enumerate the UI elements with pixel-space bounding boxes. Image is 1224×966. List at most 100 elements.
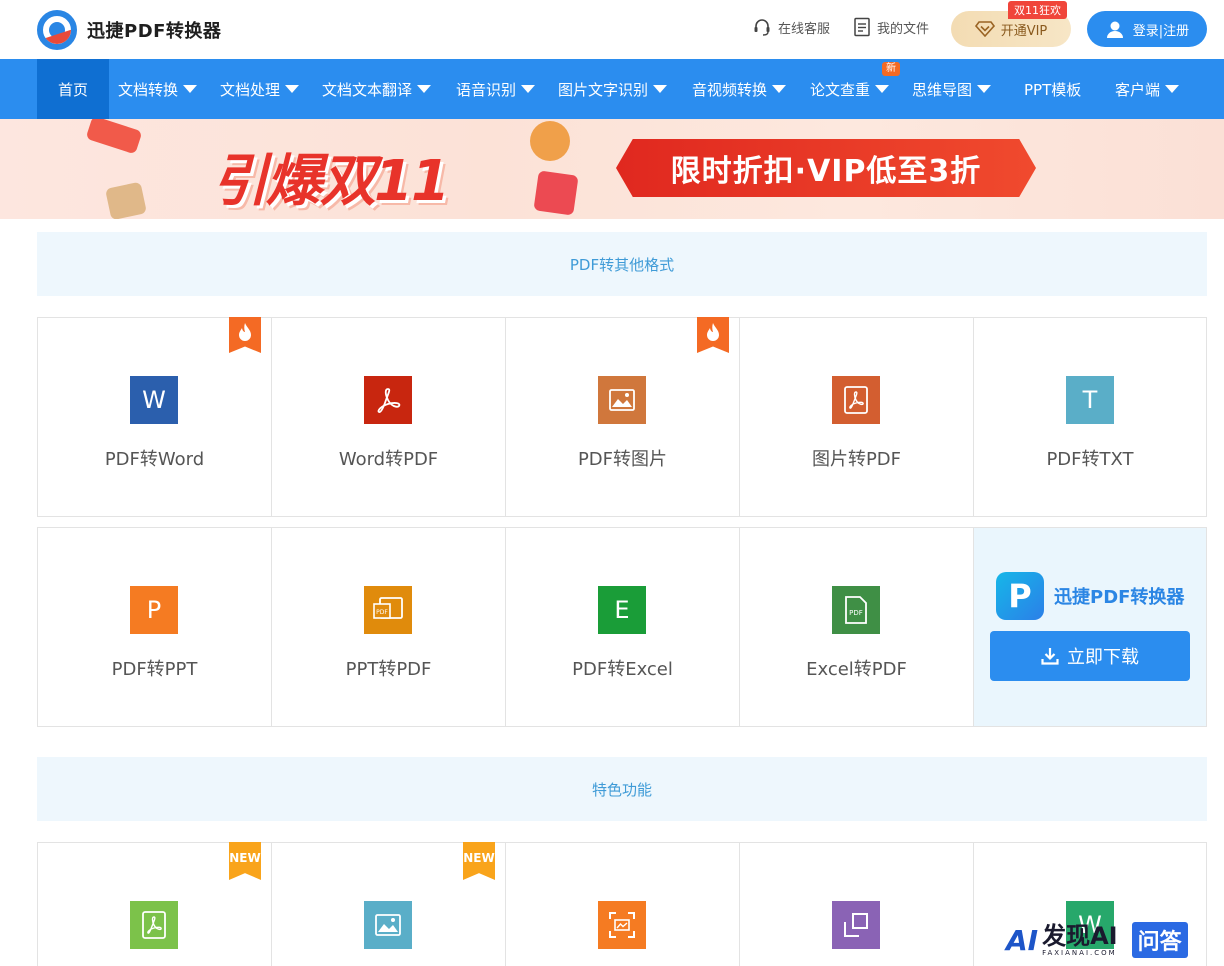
promo-brand: P 迅捷PDF转换器 bbox=[996, 572, 1184, 620]
nav-av-convert[interactable]: 音视频转换 bbox=[692, 59, 787, 119]
download-now-label: 立即下载 bbox=[1067, 647, 1139, 668]
double11-tag: 双11狂欢 bbox=[1008, 1, 1067, 19]
faxianai-watermark: AI 发现AI FAXIANAI.COM 问答 bbox=[1006, 920, 1212, 960]
feature-tool-2[interactable]: NEW bbox=[271, 842, 505, 966]
download-now-button[interactable]: 立即下载 bbox=[990, 631, 1190, 681]
my-files-label: 我的文件 bbox=[877, 21, 930, 37]
tool-pdf-to-image[interactable]: PDF转图片 bbox=[505, 317, 739, 517]
top-header: 迅捷PDF转换器 在线客服 我的文件 开通VIP 双11狂欢 登录|注册 bbox=[0, 0, 1224, 59]
coin-decoration bbox=[530, 121, 570, 161]
caret-down-icon bbox=[183, 85, 198, 93]
login-register-button[interactable]: 登录|注册 bbox=[1087, 11, 1207, 47]
caret-down-icon bbox=[977, 85, 992, 93]
tool-label: PDF转Excel bbox=[572, 659, 673, 680]
tool-excel-to-pdf[interactable]: PDF Excel转PDF bbox=[739, 527, 973, 727]
user-icon bbox=[1105, 19, 1125, 39]
headset-icon bbox=[752, 17, 772, 37]
nav-client[interactable]: 客户端 bbox=[1115, 59, 1180, 119]
online-service-label: 在线客服 bbox=[778, 21, 831, 37]
tool-word-to-pdf[interactable]: Word转PDF bbox=[271, 317, 505, 517]
tool-label: PDF转图片 bbox=[577, 449, 668, 470]
feature-tool-1[interactable]: NEW bbox=[37, 842, 271, 966]
new-tag: NEW bbox=[463, 842, 495, 880]
nav-doc-convert[interactable]: 文档转换 bbox=[118, 59, 198, 119]
banner-ribbon: 限时折扣·VIP低至3折 bbox=[616, 139, 1036, 197]
tool-image-to-pdf[interactable]: 图片转PDF bbox=[739, 317, 973, 517]
watermark-qa: 问答 bbox=[1131, 922, 1188, 958]
image-icon bbox=[598, 376, 646, 424]
tool-ppt-to-pdf[interactable]: PDF PPT转PDF bbox=[271, 527, 505, 727]
tool-label: 图片转PDF bbox=[811, 449, 902, 470]
online-service-link[interactable]: 在线客服 bbox=[752, 17, 830, 37]
promo-app-name: 迅捷PDF转换器 bbox=[1054, 587, 1185, 608]
nav-doc-translate-label: 文档文本翻译 bbox=[322, 80, 413, 99]
caret-down-icon bbox=[417, 85, 432, 93]
excel-icon: E bbox=[598, 586, 646, 634]
nav-speech-recognition-label: 语音识别 bbox=[456, 80, 517, 99]
tool-grid-row-1: W PDF转Word Word转PDF PDF转图片 图片转PDF T PDF转… bbox=[37, 317, 1207, 517]
feature-tool-4[interactable] bbox=[739, 842, 973, 966]
nav-ppt-templates[interactable]: PPT模板 bbox=[1024, 59, 1081, 119]
ppt-pdf-icon: PDF bbox=[364, 586, 412, 634]
nav-paper-check[interactable]: 论文查重 bbox=[810, 59, 890, 119]
excel-pdf-icon: PDF bbox=[832, 586, 880, 634]
svg-text:PDF: PDF bbox=[376, 609, 388, 616]
nav-ppt-templates-label: PPT模板 bbox=[1024, 80, 1082, 99]
download-promo: P 迅捷PDF转换器 立即下载 bbox=[973, 527, 1207, 727]
red-envelope-decoration bbox=[85, 119, 143, 155]
section-title-text: PDF转其他格式 bbox=[569, 255, 675, 274]
nav-av-convert-label: 音视频转换 bbox=[692, 80, 768, 99]
my-files-link[interactable]: 我的文件 bbox=[853, 17, 929, 37]
ppt-icon: P bbox=[130, 586, 178, 634]
feature-tool-3[interactable] bbox=[505, 842, 739, 966]
pdf-icon bbox=[832, 376, 880, 424]
caret-down-icon bbox=[1165, 85, 1180, 93]
tool-pdf-to-ppt[interactable]: P PDF转PPT bbox=[37, 527, 271, 727]
caret-down-icon bbox=[653, 85, 668, 93]
tool-label: PDF转PPT bbox=[111, 659, 198, 680]
nav-doc-convert-label: 文档转换 bbox=[118, 80, 179, 99]
app-logo-icon: P bbox=[996, 572, 1044, 620]
pdf-icon bbox=[364, 376, 412, 424]
nav-home[interactable]: 首页 bbox=[37, 59, 109, 119]
nav-doc-translate[interactable]: 文档文本翻译 bbox=[322, 59, 432, 119]
tool-pdf-to-excel[interactable]: E PDF转Excel bbox=[505, 527, 739, 727]
login-register-label: 登录|注册 bbox=[1132, 23, 1190, 39]
word-glyph: W bbox=[142, 386, 166, 414]
watermark-main: 发现AI bbox=[1042, 922, 1118, 950]
download-icon bbox=[1041, 647, 1059, 665]
tool-pdf-to-txt[interactable]: T PDF转TXT bbox=[973, 317, 1207, 517]
svg-text:PDF: PDF bbox=[849, 609, 863, 617]
nav-mind-map[interactable]: 思维导图 bbox=[912, 59, 992, 119]
nav-home-label: 首页 bbox=[57, 80, 88, 99]
site-logo[interactable]: 迅捷PDF转换器 bbox=[37, 10, 221, 50]
txt-glyph: T bbox=[1082, 386, 1098, 414]
ppt-glyph: P bbox=[146, 596, 162, 624]
nav-doc-process[interactable]: 文档处理 bbox=[220, 59, 300, 119]
crown-decoration bbox=[105, 181, 147, 219]
watermark-text: 发现AI FAXIANAI.COM bbox=[1042, 923, 1118, 957]
caret-down-icon bbox=[521, 85, 536, 93]
nav-speech-recognition[interactable]: 语音识别 bbox=[456, 59, 536, 119]
tool-pdf-to-word[interactable]: W PDF转Word bbox=[37, 317, 271, 517]
caret-down-icon bbox=[772, 85, 787, 93]
new-tag: NEW bbox=[229, 842, 261, 880]
nav-image-ocr[interactable]: 图片文字识别 bbox=[558, 59, 668, 119]
scan-icon bbox=[598, 901, 646, 949]
app-logo-glyph: P bbox=[1008, 577, 1032, 615]
caret-down-icon bbox=[875, 85, 890, 93]
nav-paper-check-label: 论文查重 bbox=[810, 80, 871, 99]
hot-icon bbox=[697, 317, 729, 353]
section-title-text: 特色功能 bbox=[591, 780, 652, 799]
logo-mark-icon bbox=[37, 10, 77, 50]
logo-text: 迅捷PDF转换器 bbox=[87, 21, 222, 42]
excel-glyph: E bbox=[614, 596, 630, 624]
watermark-sub: FAXIANAI.COM bbox=[1042, 949, 1117, 957]
new-badge: 新 bbox=[882, 62, 900, 76]
tool-label: Word转PDF bbox=[338, 449, 439, 470]
promo-banner[interactable]: 引爆双11 限时折扣·VIP低至3折 bbox=[0, 119, 1224, 219]
crop-icon bbox=[832, 901, 880, 949]
file-icon bbox=[853, 17, 871, 37]
diamond-icon bbox=[974, 21, 995, 37]
image-icon bbox=[364, 901, 412, 949]
